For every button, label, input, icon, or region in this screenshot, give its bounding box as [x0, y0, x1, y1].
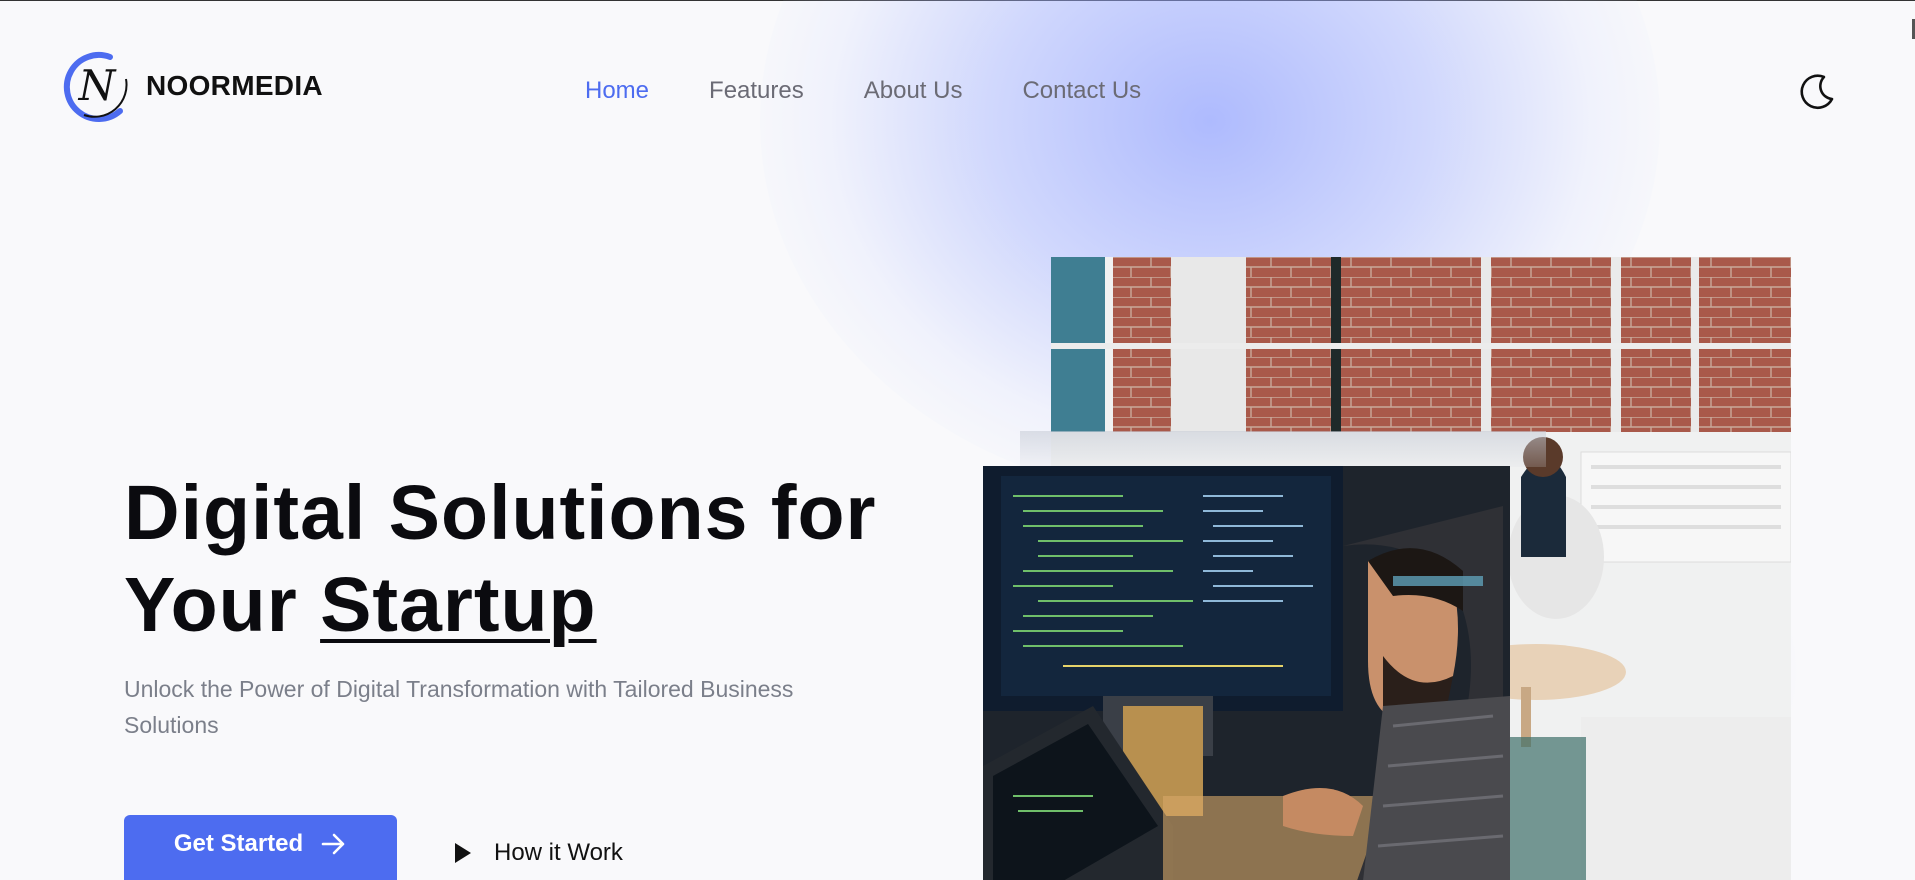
hero-title-line2-prefix: Your: [124, 562, 321, 648]
logo-icon: N: [63, 52, 128, 122]
get-started-button[interactable]: Get Started: [124, 815, 397, 880]
hero-title-line1: Digital Solutions for: [124, 470, 877, 556]
nav-item-about-us[interactable]: About Us: [864, 77, 963, 105]
main-nav: Home Features About Us Contact Us: [585, 77, 1141, 105]
get-started-label: Get Started: [173, 830, 304, 857]
brand-name: NOORMEDIA: [146, 70, 323, 101]
nav-item-contact-us[interactable]: Contact Us: [1022, 77, 1141, 105]
hero-title-highlight: Startup: [320, 562, 597, 648]
play-icon: [455, 843, 471, 863]
hero-subtitle: Unlock the Power of Digital Transformati…: [124, 676, 794, 738]
brand-logo[interactable]: N NOORMEDIA: [60, 49, 323, 123]
nav-item-home[interactable]: Home: [585, 77, 649, 105]
theme-toggle-button[interactable]: [1798, 73, 1836, 111]
how-it-work-label: How it Work: [494, 839, 623, 866]
hero-image-developer: [983, 466, 1510, 880]
image-overlap-strip: [1020, 431, 1546, 467]
developer-photo: [983, 466, 1510, 880]
arrow-right-icon: [321, 833, 345, 855]
hero-title: Digital Solutions for Your Startup: [124, 467, 876, 651]
svg-text:N: N: [78, 61, 117, 110]
nav-item-features[interactable]: Features: [709, 77, 804, 105]
moon-icon: [1800, 74, 1834, 109]
how-it-work-button[interactable]: How it Work: [454, 839, 623, 867]
